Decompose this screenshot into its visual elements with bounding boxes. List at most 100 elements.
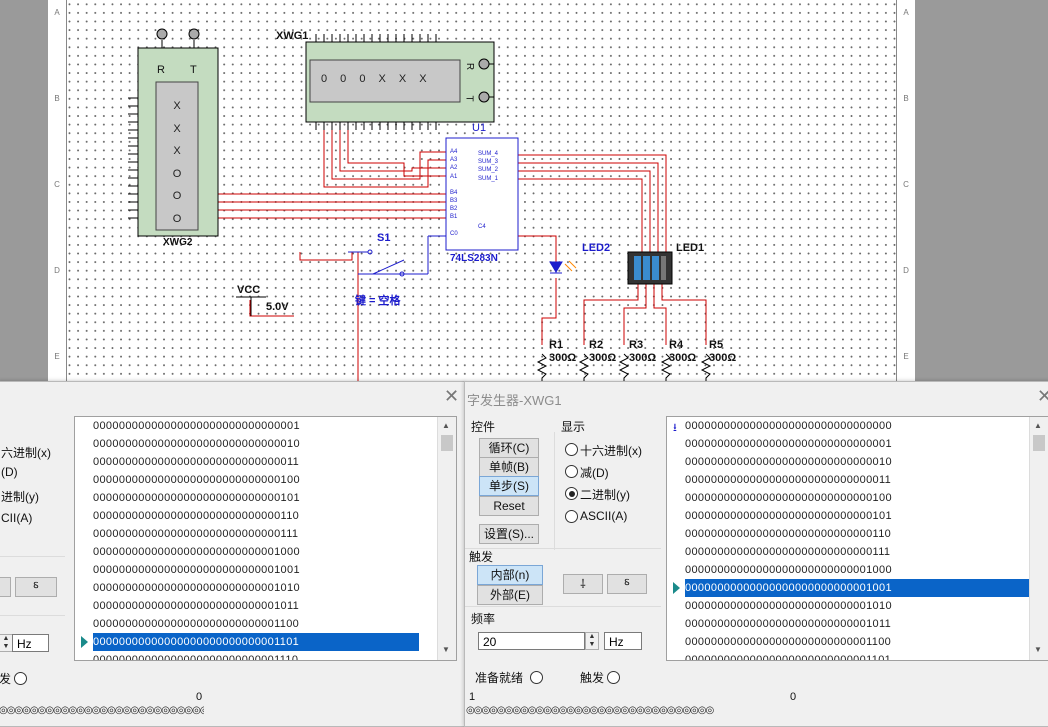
list-item[interactable]: 00000000000000000000000000001110 [93,651,298,660]
xwg1-t-label: T [463,95,475,102]
ready-label: 准备就绪 [475,671,524,685]
list-item[interactable]: 00000000000000000000000000000100 [93,471,300,489]
pattern-list[interactable]: ⭳ 00000000000000000000000000000000 00000… [666,416,1048,661]
scroll-down-icon[interactable]: ▼ [442,645,450,654]
scroll-up-icon[interactable]: ▲ [442,421,450,430]
scrollbar-thumb[interactable] [441,435,453,451]
display-hex-option[interactable]: 六进制(x) [1,444,51,461]
display-bin-option[interactable]: 进制(y) [1,488,39,505]
list-item[interactable]: 00000000000000000000000000001001 [93,561,300,579]
list-item[interactable]: 00000000000000000000000000000011 [685,471,891,489]
list-item[interactable]: 00000000000000000000000000000101 [93,489,300,507]
list-item[interactable]: 00000000000000000000000000000001 [685,435,892,453]
radio-bin[interactable] [565,487,578,500]
radio-ascii[interactable] [565,510,578,523]
list-item[interactable]: 00000000000000000000000000000100 [685,489,892,507]
external-trigger-button[interactable]: 外部(E) [477,585,543,605]
list-item[interactable]: 00000000000000000000000000001100 [685,633,891,651]
scroll-down-icon[interactable]: ▼ [1034,645,1042,654]
display-ascii-option[interactable]: CII(A) [1,511,32,525]
radio-dec[interactable] [565,465,578,478]
resistor-r2[interactable]: R2 300Ω [589,339,616,365]
trigger-falling-icon[interactable]: ⸹ [15,577,57,597]
list-item[interactable]: 00000000000000000000000000000010 [93,435,300,453]
display-hex-option[interactable]: 十六进制(x) [580,442,642,459]
single-step-button[interactable]: 单步(S) [479,476,539,496]
xwg2-cell: O [172,167,182,180]
led2-icon[interactable] [549,261,563,273]
ready-indicator [530,671,543,684]
display-bin-option[interactable]: 二进制(y) [580,486,630,503]
resistor-r1[interactable]: R1 300Ω [549,339,576,365]
word-generator-xwg2-window[interactable]: ✕ 六进制(x) (D) 进制(y) CII(A) ⸹ ▲ ▼ Hz 发 0 ◎◎… [0,381,465,727]
xwg1-t-terminal[interactable] [478,91,490,103]
radio-hex[interactable] [565,443,578,456]
xwg1-r-terminal[interactable] [478,58,490,70]
wires-b-inputs [218,193,446,219]
controls-group-title: 控件 [471,420,496,434]
xwg2-r-terminal[interactable] [156,28,168,40]
hz-unit: Hz [604,632,642,650]
resistor-r5[interactable]: R5 300Ω [709,339,736,365]
frequency-spinner[interactable]: ▲ ▼ [585,632,599,650]
list-item-selected[interactable]: 00000000000000000000000000001101 [93,633,419,651]
cycle-button[interactable]: 循环(C) [479,438,539,458]
row-label: E [54,352,60,361]
scroll-up-icon[interactable]: ▲ [1034,421,1042,430]
single-frame-button[interactable]: 单帧(B) [479,457,539,477]
resistor-r4[interactable]: R4 300Ω [669,339,696,365]
settings-button[interactable]: 设置(S)... [479,524,539,544]
pattern-list[interactable]: 00000000000000000000000000000001 0000000… [74,416,457,661]
list-item[interactable]: 00000000000000000000000000000010 [685,453,892,471]
close-icon[interactable]: ✕ [1037,386,1048,407]
xwg2-cell: X [173,145,181,157]
list-item[interactable]: 00000000000000000000000000000111 [685,543,890,561]
scrollbar-thumb[interactable] [1033,435,1045,451]
xwg2-cell: O [172,190,182,202]
list-item[interactable]: 00000000000000000000000000000111 [93,525,298,543]
list-item[interactable]: 00000000000000000000000000001101 [685,651,891,660]
internal-trigger-button[interactable]: 内部(n) [477,565,543,585]
window-title: 字发生器-XWG1 [467,393,562,408]
row-label: C [903,180,909,189]
list-item[interactable]: 00000000000000000000000000000011 [93,453,299,471]
display-ascii-option[interactable]: ASCII(A) [580,509,627,523]
list-item[interactable]: 00000000000000000000000000001000 [685,561,892,579]
xwg2-cell: X [173,122,181,135]
xwg2-t-label: T [190,64,197,76]
display-dec-option[interactable]: (D) [1,465,18,479]
trigger-rising-button[interactable] [0,577,11,597]
list-item[interactable]: 00000000000000000000000000001000 [93,543,300,561]
xwg2-cell: O [172,212,182,225]
resistor-r3[interactable]: R3 300Ω [629,339,656,365]
sheet-border-right: A B C D E [896,0,915,384]
schematic-canvas[interactable]: XWG1 XWG2 R T R T 0 0 0 X X X X X X O O … [48,0,914,384]
close-icon[interactable]: ✕ [444,386,459,407]
trigger-rising-icon[interactable]: ⸸ [563,574,603,594]
frequency-input[interactable]: 20 [478,632,585,650]
list-item[interactable]: 00000000000000000000000000000101 [685,507,892,525]
row-label: B [54,94,60,103]
list-item[interactable]: 00000000000000000000000000001010 [685,597,892,615]
xwg2-t-terminal[interactable] [188,28,200,40]
scrollbar[interactable]: ▲ ▼ [437,417,456,660]
list-item[interactable]: 00000000000000000000000000000000 [685,417,892,435]
row-label: E [903,352,909,361]
bit-indicators: ◎◎◎◎◎◎◎◎◎◎◎◎◎◎◎◎◎◎◎◎◎◎◎◎◎◎◎◎◎◎◎◎ [0,705,204,716]
display-group-title: 显示 [561,420,586,434]
list-item-selected[interactable]: 00000000000000000000000000001001 [685,579,1029,597]
reset-button[interactable]: Reset [479,496,539,516]
list-item[interactable]: 00000000000000000000000000000001 [93,417,300,435]
list-item[interactable]: 00000000000000000000000000001011 [93,597,299,615]
wires-a-inputs [323,124,446,188]
list-item[interactable]: 00000000000000000000000000001011 [685,615,891,633]
display-dec-option[interactable]: 减(D) [580,464,609,481]
chip-pin: A3 [450,157,458,164]
list-item[interactable]: 00000000000000000000000000000110 [93,507,299,525]
word-generator-xwg1-window[interactable]: 字发生器-XWG1 ✕ 控件 循环(C) 单帧(B) 单步(S) Reset 设… [464,381,1048,727]
list-item[interactable]: 00000000000000000000000000000110 [685,525,891,543]
list-item[interactable]: 00000000000000000000000000001100 [93,615,299,633]
list-item[interactable]: 00000000000000000000000000001010 [93,579,300,597]
trigger-falling-icon[interactable]: ⸹ [607,574,647,594]
scrollbar[interactable]: ▲ ▼ [1029,417,1048,660]
